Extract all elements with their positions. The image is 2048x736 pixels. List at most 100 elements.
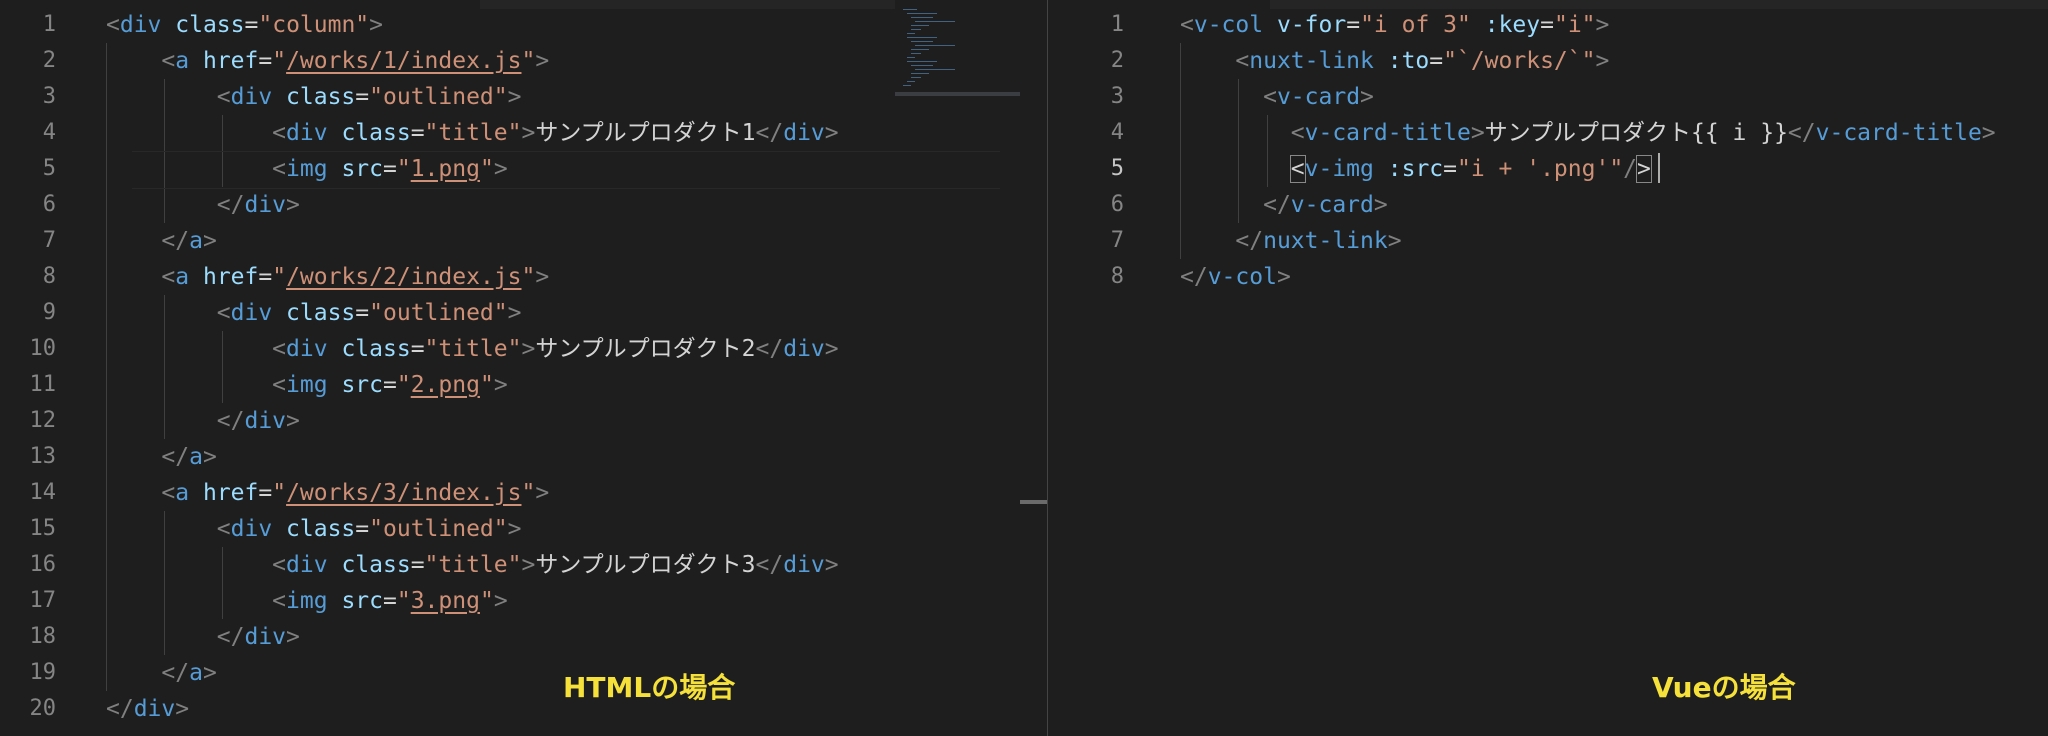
- code-line[interactable]: 6 </div>: [0, 187, 895, 223]
- code-text[interactable]: </a>: [106, 655, 216, 691]
- code-line[interactable]: 4 <div class="title">サンプルプロダクト1</div>: [0, 115, 895, 151]
- code-text[interactable]: </div>: [106, 619, 300, 655]
- code-line[interactable]: 2 <nuxt-link :to="`/works/`">: [1048, 43, 2048, 79]
- code-text[interactable]: <img src="2.png">: [106, 367, 508, 403]
- code-text[interactable]: <div class="title">サンプルプロダクト2</div>: [106, 331, 839, 367]
- code-line[interactable]: 7 </nuxt-link>: [1048, 223, 2048, 259]
- code-token: /works/1/index.js: [286, 48, 522, 74]
- code-text[interactable]: </a>: [106, 439, 216, 475]
- code-line[interactable]: 16 <div class="title">サンプルプロダクト3</div>: [0, 547, 895, 583]
- code-text[interactable]: <div class="outlined">: [106, 511, 522, 547]
- code-text[interactable]: <a href="/works/3/index.js">: [106, 475, 549, 511]
- code-line[interactable]: 8 <a href="/works/2/index.js">: [0, 259, 895, 295]
- code-line[interactable]: 10 <div class="title">サンプルプロダクト2</div>: [0, 331, 895, 367]
- code-text[interactable]: <v-card-title>サンプルプロダクト{{ i }}</v-card-t…: [1180, 115, 1996, 151]
- code-line[interactable]: 13 </a>: [0, 439, 895, 475]
- code-token: /works/3/index.js: [286, 480, 522, 506]
- code-text[interactable]: <v-card>: [1180, 79, 1374, 115]
- code-text[interactable]: <v-col v-for="i of 3" :key="i">: [1180, 7, 1609, 43]
- code-token: =: [382, 372, 397, 398]
- minimap-line: [911, 41, 933, 42]
- code-token: div: [286, 552, 328, 578]
- code-token: nuxt-link: [1263, 228, 1388, 254]
- scrollbar-thumb[interactable]: [1020, 500, 1048, 504]
- code-token: >: [1276, 264, 1291, 290]
- code-text[interactable]: <a href="/works/2/index.js">: [106, 259, 549, 295]
- code-token: ": [396, 372, 411, 398]
- code-token: >: [1636, 155, 1652, 183]
- code-token: class: [175, 12, 245, 38]
- code-text[interactable]: </nuxt-link>: [1180, 223, 1401, 259]
- code-line[interactable]: 8 </v-col>: [1048, 259, 2048, 295]
- right-editor-pane[interactable]: 1 <v-col v-for="i of 3" :key="i"> 2 <nuxt-…: [1048, 0, 2048, 736]
- code-text[interactable]: </div>: [106, 691, 189, 727]
- code-text[interactable]: <nuxt-link :to="`/works/`">: [1180, 43, 1609, 79]
- code-token: =: [1540, 12, 1554, 38]
- code-text[interactable]: <div class="title">サンプルプロダクト3</div>: [106, 547, 838, 583]
- code-line[interactable]: 1 <div class="column">: [0, 7, 895, 43]
- vertical-scrollbar[interactable]: [1020, 0, 1048, 736]
- code-line[interactable]: 11 <img src="2.png">: [0, 367, 895, 403]
- code-line[interactable]: 3 <div class="outlined">: [0, 79, 895, 115]
- code-token: =: [1429, 48, 1444, 74]
- code-token: =: [410, 120, 425, 146]
- code-line[interactable]: 2 <a href="/works/1/index.js">: [0, 43, 895, 79]
- minimap-viewport[interactable]: [895, 92, 1020, 96]
- code-line[interactable]: 14 <a href="/works/3/index.js">: [0, 475, 895, 511]
- indent-guide: [106, 43, 107, 691]
- code-token: <: [1289, 155, 1306, 183]
- code-token: a: [189, 660, 203, 686]
- code-text[interactable]: <a href="/works/1/index.js">: [106, 43, 549, 79]
- code-text[interactable]: <div class="title">サンプルプロダクト1</div>: [106, 115, 838, 151]
- code-text[interactable]: </div>: [106, 187, 300, 223]
- left-editor-pane[interactable]: 1 <div class="column"> 2 <a href="/works/1…: [0, 0, 895, 736]
- code-token: div: [244, 408, 287, 434]
- caption-html: HTMLの場合: [563, 671, 736, 704]
- code-token: =: [382, 588, 397, 614]
- code-text[interactable]: <img src="3.png">: [106, 583, 508, 619]
- code-line[interactable]: 4 <v-card-title>サンプルプロダクト{{ i }}</v-card…: [1048, 115, 2048, 151]
- line-number: 19: [29, 660, 57, 685]
- code-line[interactable]: 7 </a>: [0, 223, 895, 259]
- code-text[interactable]: <div class="column">: [106, 7, 383, 43]
- code-line[interactable]: 12 </div>: [0, 403, 895, 439]
- code-text[interactable]: </a>: [106, 223, 216, 259]
- code-token: >: [824, 336, 839, 362]
- code-text[interactable]: </v-card>: [1180, 187, 1388, 223]
- code-line[interactable]: 1 <v-col v-for="i of 3" :key="i">: [1048, 7, 2048, 43]
- code-text[interactable]: </v-col>: [1180, 259, 1291, 295]
- code-line[interactable]: 19 </a>: [0, 655, 895, 691]
- code-line[interactable]: 6 </v-card>: [1048, 187, 2048, 223]
- code-line[interactable]: 20 </div>: [0, 691, 895, 727]
- code-token: </: [1235, 228, 1264, 254]
- code-token: class: [341, 552, 411, 578]
- code-token: div: [133, 696, 176, 722]
- code-token: v-card: [1276, 84, 1361, 110]
- code-token: </: [755, 336, 784, 362]
- minimap[interactable]: [895, 0, 1020, 736]
- code-token: >: [493, 372, 508, 398]
- code-text[interactable]: <div class="outlined">: [106, 79, 522, 115]
- line-number: 2: [1110, 48, 1124, 73]
- code-line[interactable]: 5 <v-img :src="i + '.png'"/>: [1048, 151, 2048, 187]
- code-token: >: [521, 336, 536, 362]
- code-token: ": [521, 480, 536, 506]
- code-token: </: [1787, 120, 1816, 146]
- code-text[interactable]: </div>: [106, 403, 300, 439]
- code-line[interactable]: 3 <v-card>: [1048, 79, 2048, 115]
- code-line[interactable]: 15 <div class="outlined">: [0, 511, 895, 547]
- code-text[interactable]: <v-img :src="i + '.png'"/>: [1180, 151, 1652, 187]
- code-line[interactable]: 17 <img src="3.png">: [0, 583, 895, 619]
- code-text[interactable]: <div class="outlined">: [106, 295, 522, 331]
- code-line[interactable]: 9 <div class="outlined">: [0, 295, 895, 331]
- line-number: 3: [42, 84, 56, 109]
- code-token: a: [189, 444, 203, 470]
- code-token: /: [1623, 156, 1638, 182]
- line-number: 3: [1110, 84, 1124, 109]
- code-line[interactable]: 18 </div>: [0, 619, 895, 655]
